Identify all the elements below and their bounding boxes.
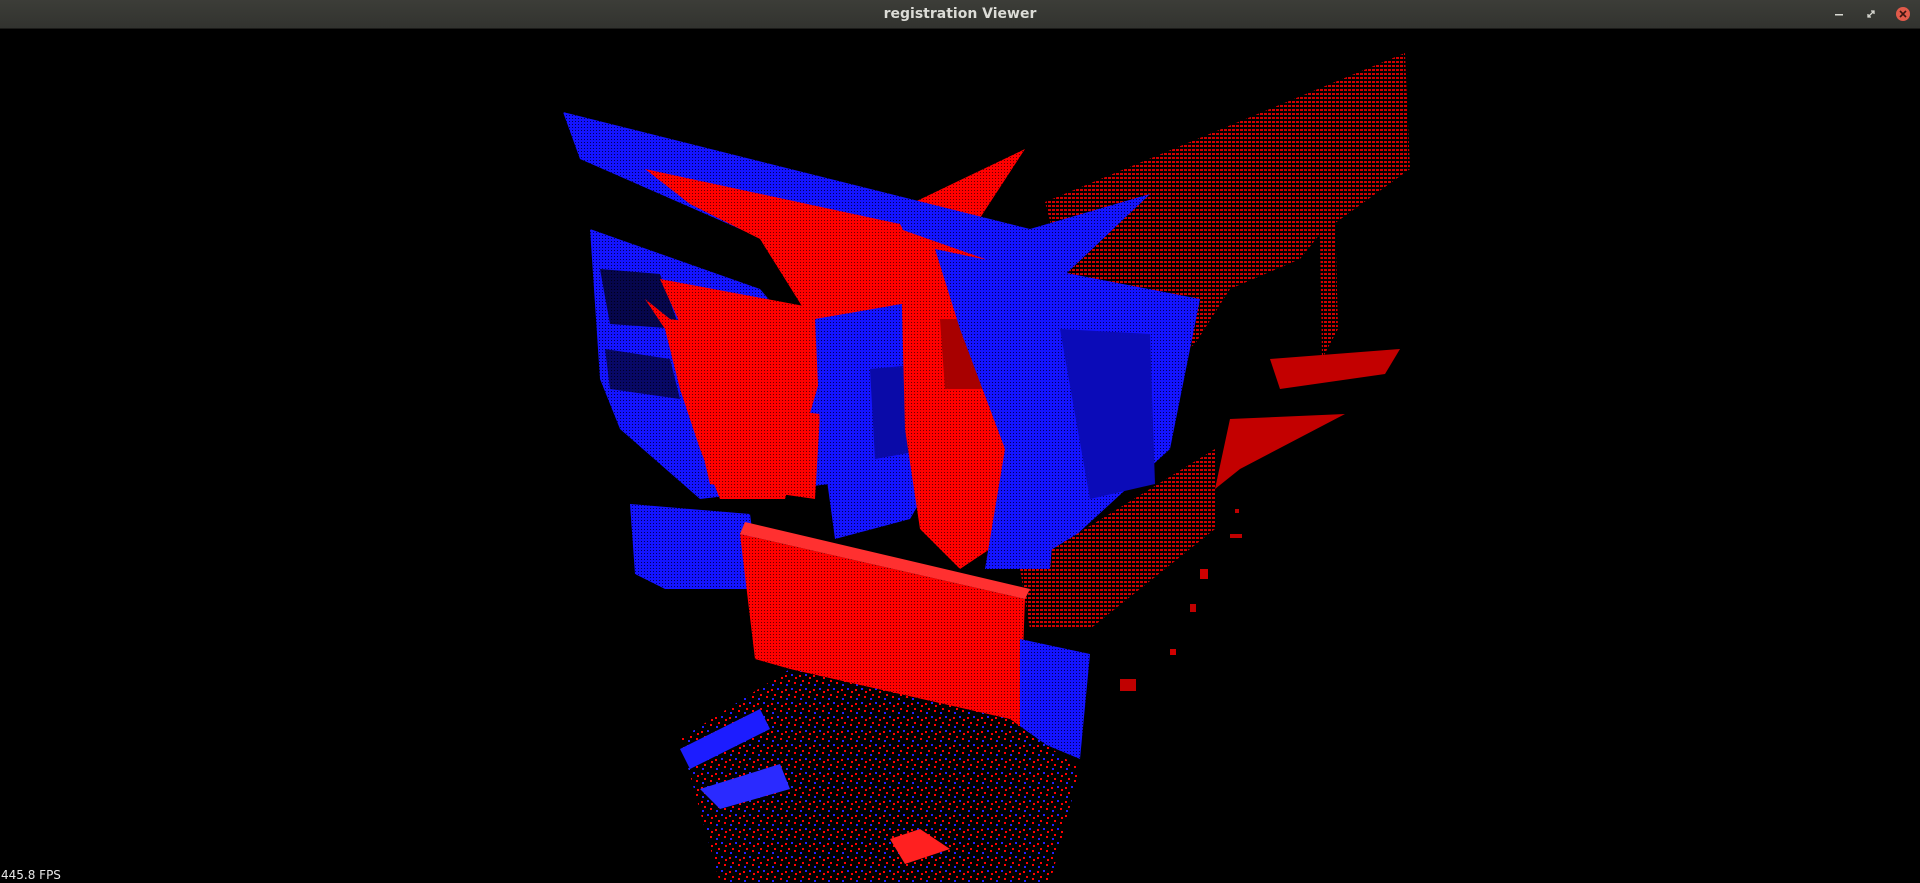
- window-controls: [1828, 4, 1914, 24]
- window-title: registration Viewer: [883, 6, 1037, 22]
- blue-lower-left: [630, 504, 760, 589]
- 3d-viewport[interactable]: 445.8 FPS: [0, 29, 1920, 883]
- title-bar[interactable]: registration Viewer: [0, 0, 1920, 29]
- point-cloud-render: [563, 53, 1410, 883]
- fps-counter: 445.8 FPS: [1, 868, 61, 882]
- minimize-icon: [1835, 14, 1843, 16]
- viewer-window: registration Viewer 445.8 FPS: [0, 0, 1920, 883]
- minimize-button[interactable]: [1828, 4, 1850, 24]
- close-icon: [1896, 7, 1910, 21]
- close-button[interactable]: [1892, 4, 1914, 24]
- maximize-icon: [1867, 10, 1875, 18]
- maximize-button[interactable]: [1860, 4, 1882, 24]
